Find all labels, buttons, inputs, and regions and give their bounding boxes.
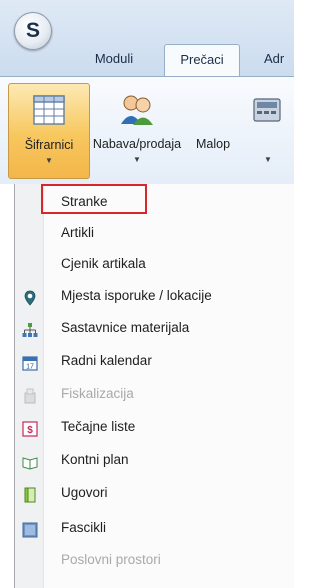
malop-label: Malop: [196, 137, 231, 151]
app-logo-letter: S: [25, 19, 40, 42]
ribbon-panel: Šifrarnici ▼ Nabava/prodaja ▼ Malop ▼: [0, 76, 294, 184]
menu-item-mjesta-isporuke[interactable]: Mjesta isporuke / lokacije: [15, 282, 294, 312]
location-pin-icon: [24, 290, 36, 306]
chevron-down-icon: ▼: [264, 155, 272, 164]
menu-item-label: Radni kalendar: [61, 353, 152, 368]
menu-item-fascikli[interactable]: Fascikli: [15, 514, 294, 544]
grid-table-icon: [33, 95, 65, 125]
menu-item-artikli[interactable]: Artikli: [15, 219, 294, 249]
chevron-down-icon: ▼: [45, 156, 53, 165]
menu-item-label: Poslovni prostori: [61, 552, 161, 567]
tab-precaci[interactable]: Prečaci: [164, 44, 240, 78]
register-icon: [253, 98, 281, 122]
sifarnici-dropdown-menu: Stranke Artikli Cjenik artikala Mjesta i…: [14, 184, 294, 588]
sifarnici-label: Šifrarnici: [24, 138, 74, 152]
menu-item-cjenik-artikala[interactable]: Cjenik artikala: [15, 250, 294, 280]
menu-item-label: Artikli: [61, 225, 94, 240]
menu-item-label: Ugovori: [61, 485, 108, 500]
menu-item-fiskalizacija: Fiskalizacija: [15, 380, 294, 410]
currency-exchange-icon: $: [22, 421, 38, 437]
malop-button[interactable]: Malop ▼: [184, 83, 304, 179]
document-icon: [24, 487, 36, 503]
menu-item-label: Fiskalizacija: [61, 386, 134, 401]
nabava-prodaja-label: Nabava/prodaja: [92, 137, 182, 151]
title-bar: S Moduli Prečaci Adr: [0, 0, 296, 78]
calendar-icon: 17: [22, 356, 38, 371]
folder-icon: [22, 522, 38, 538]
menu-item-kontni-plan[interactable]: Kontni plan: [15, 446, 294, 476]
menu-item-label: Kontni plan: [61, 452, 129, 467]
menu-item-poslovni-prostori: Poslovni prostori: [15, 546, 294, 576]
menu-item-ugovori[interactable]: Ugovori: [15, 479, 294, 509]
tab-adr[interactable]: Adr: [256, 44, 296, 76]
chevron-down-icon: ▼: [133, 155, 141, 164]
menu-item-label: Sastavnice materijala: [61, 320, 190, 335]
open-book-icon: [22, 457, 38, 470]
tab-moduli[interactable]: Moduli: [84, 44, 144, 76]
menu-item-tecajne-liste[interactable]: $ Tečajne liste: [15, 413, 294, 443]
sifarnici-button[interactable]: Šifrarnici ▼: [8, 83, 90, 179]
svg-text:17: 17: [26, 364, 34, 371]
menu-item-radni-kalendar[interactable]: 17 Radni kalendar: [15, 347, 294, 377]
menu-item-sastavnice-materijala[interactable]: Sastavnice materijala: [15, 314, 294, 344]
app-menu-button[interactable]: S: [14, 12, 52, 50]
nabava-prodaja-button[interactable]: Nabava/prodaja ▼: [92, 83, 182, 179]
fiscal-receipt-icon: [24, 388, 36, 404]
people-icon: [121, 95, 153, 125]
menu-item-label: Stranke: [61, 194, 108, 209]
menu-item-label: Tečajne liste: [61, 419, 136, 434]
menu-item-stranke[interactable]: Stranke: [15, 184, 294, 218]
svg-text:$: $: [27, 425, 33, 436]
hierarchy-icon: [22, 323, 38, 337]
menu-item-label: Fascikli: [61, 520, 107, 535]
menu-item-label: Cjenik artikala: [61, 256, 146, 271]
menu-item-label: Mjesta isporuke / lokacije: [61, 288, 212, 303]
